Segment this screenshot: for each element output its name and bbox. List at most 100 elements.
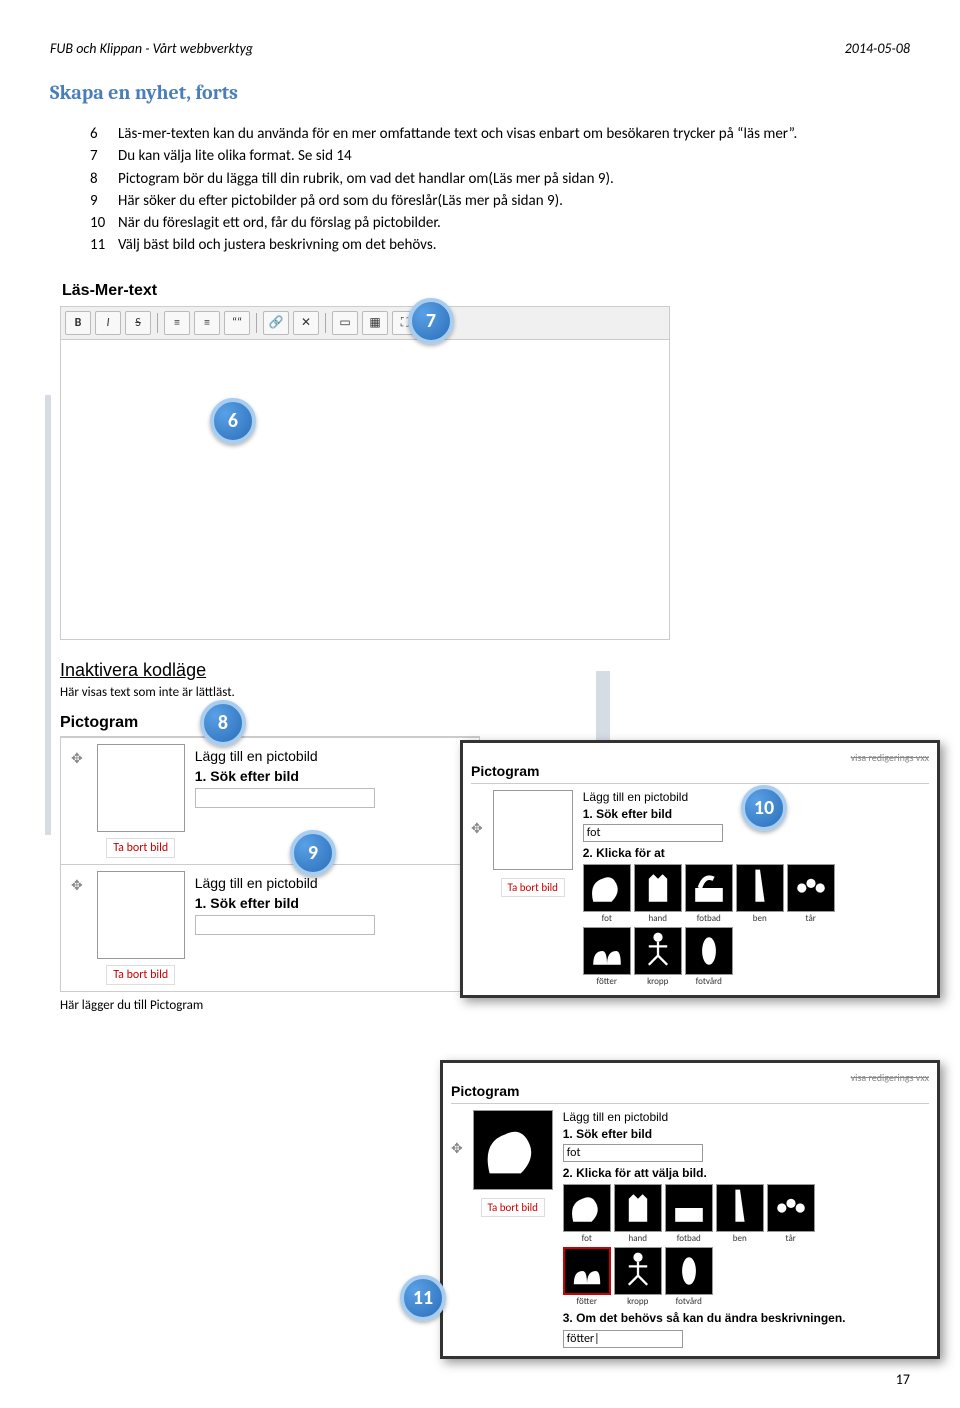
picto-slot[interactable]: [97, 744, 185, 832]
thumb-kropp[interactable]: [634, 927, 682, 975]
thumb-fotter-selected[interactable]: [563, 1247, 611, 1295]
thumb-kropp[interactable]: [614, 1247, 662, 1295]
overlay-thumbs-row: fötter kropp fotvård: [583, 927, 929, 987]
picto-step1: 1. Sök efter bild: [195, 768, 473, 784]
strike-button[interactable]: S: [125, 311, 151, 335]
section-title: Skapa en nyhet, forts: [50, 81, 910, 104]
overlay-topbar: visa redigerings vxx: [451, 1071, 929, 1083]
thumb-hand[interactable]: [614, 1184, 662, 1232]
overlay-slot[interactable]: [493, 790, 573, 870]
thumb-label: tår: [767, 1233, 815, 1244]
thumb-label: hand: [614, 1233, 662, 1244]
link-button[interactable]: 🔗: [263, 311, 289, 335]
header-right: 2014-05-08: [845, 40, 910, 57]
list-text: Du kan välja lite olika format. Se sid 1…: [118, 146, 352, 166]
thumb-label: kropp: [614, 1296, 662, 1307]
overlay-step2: 2. Klicka för at: [583, 846, 929, 860]
overlay-search-input[interactable]: fot: [563, 1144, 703, 1162]
thumb-fot[interactable]: [563, 1184, 611, 1232]
overlay-step3: 3. Om det behövs så kan du ändra beskriv…: [563, 1311, 929, 1325]
picto-add-label: Lägg till en pictobild: [195, 748, 473, 764]
thumb-label: fotvård: [685, 976, 733, 987]
image-button[interactable]: ▦: [362, 311, 388, 335]
overlay-topbar: visa redigerings vxx: [471, 751, 929, 763]
thumb-label: hand: [634, 913, 682, 924]
thumb-fotvard[interactable]: [665, 1247, 713, 1295]
list-num: 6: [90, 124, 118, 144]
move-handle-icon[interactable]: ✥: [67, 871, 87, 900]
thumb-fotbad[interactable]: [685, 864, 733, 912]
move-handle-icon[interactable]: ✥: [451, 1110, 463, 1348]
overlay-step2: 2. Klicka för att välja bild.: [563, 1166, 929, 1180]
header-left: FUB och Klippan - Vårt webbverktyg: [50, 40, 253, 57]
list-num: 7: [90, 146, 118, 166]
editor-body[interactable]: [60, 340, 670, 640]
unordered-list-button[interactable]: ≡: [164, 311, 190, 335]
overlay-thumbs-row: fötter kropp fotvård: [563, 1247, 929, 1307]
overlay-desc-input[interactable]: fötter|: [563, 1330, 683, 1348]
bold-button[interactable]: B: [65, 311, 91, 335]
blockquote-button[interactable]: ““: [224, 311, 250, 335]
list-num: 10: [90, 213, 118, 233]
editor-title: Läs-Mer-text: [60, 276, 670, 306]
thumb-ben[interactable]: [716, 1184, 764, 1232]
editor-toolbar: B I S ≡ ≡ ““ 🔗 ✕ ▭ ▦ ⛶: [60, 306, 670, 340]
thumb-fotvard[interactable]: [685, 927, 733, 975]
thumb-label: tår: [787, 913, 835, 924]
list-num: 11: [90, 235, 118, 255]
thumb-tar[interactable]: [787, 864, 835, 912]
instruction-list: 6Läs-mer-texten kan du använda för en me…: [90, 124, 910, 256]
remove-image-button[interactable]: Ta bort bild: [106, 965, 175, 985]
thumb-tar[interactable]: [767, 1184, 815, 1232]
overlay-step1: 1. Sök efter bild: [563, 1127, 929, 1141]
remove-image-button[interactable]: Ta bort bild: [106, 838, 175, 858]
list-text: Välj bäst bild och justera beskrivning o…: [118, 235, 437, 255]
list-text: Läs-mer-texten kan du använda för en mer…: [118, 124, 797, 144]
thumb-label: fötter: [563, 1296, 611, 1307]
overlay-thumbs-row: fot hand fotbad ben tår: [583, 864, 929, 924]
thumb-hand[interactable]: [634, 864, 682, 912]
hr-button[interactable]: ▭: [332, 311, 358, 335]
list-text: När du föreslagit ett ord, får du försla…: [118, 213, 441, 233]
picto-search-input[interactable]: [195, 915, 375, 935]
unlink-button[interactable]: ✕: [293, 311, 319, 335]
badge-8: 8: [200, 700, 246, 746]
badge-9: 9: [290, 830, 336, 876]
overlay-remove-button[interactable]: Ta bort bild: [501, 878, 565, 897]
picto-footer: Här lägger du till Pictogram: [60, 998, 480, 1013]
move-handle-icon[interactable]: ✥: [471, 790, 483, 987]
move-handle-icon[interactable]: ✥: [67, 744, 87, 773]
overlay-title: Pictogram: [471, 763, 929, 784]
ordered-list-button[interactable]: ≡: [194, 311, 220, 335]
thumb-label: fotbad: [665, 1233, 713, 1244]
thumb-ben[interactable]: [736, 864, 784, 912]
overlay-title: Pictogram: [451, 1083, 929, 1104]
picto-search-input[interactable]: [195, 788, 375, 808]
overlay-slot-filled[interactable]: [473, 1110, 553, 1190]
list-num: 9: [90, 191, 118, 211]
picto-step1: 1. Sök efter bild: [195, 895, 473, 911]
badge-10: 10: [741, 785, 787, 831]
thumb-label: ben: [716, 1233, 764, 1244]
overlay-thumbs-row: fot hand fotbad ben tår: [563, 1184, 929, 1244]
thumb-fotter[interactable]: [583, 927, 631, 975]
thumb-label: fötter: [583, 976, 631, 987]
thumb-label: fot: [583, 913, 631, 924]
thumb-label: fot: [563, 1233, 611, 1244]
list-text: Pictogram bör du lägga till din rubrik, …: [118, 169, 614, 189]
badge-7: 7: [408, 298, 454, 344]
overlay-search-input[interactable]: fot: [583, 824, 723, 842]
pictogram-overlay-10: visa redigerings vxx Pictogram ✥ Ta bort…: [460, 740, 940, 998]
thumb-fot[interactable]: [583, 864, 631, 912]
overlay-remove-button[interactable]: Ta bort bild: [481, 1198, 545, 1217]
thumb-label: kropp: [634, 976, 682, 987]
overlay-add-label: Lägg till en pictobild: [563, 1110, 929, 1124]
thumb-fotbad[interactable]: [665, 1184, 713, 1232]
picto-slot[interactable]: [97, 871, 185, 959]
page-header: FUB och Klippan - Vårt webbverktyg 2014-…: [50, 40, 910, 57]
inaktivera-title[interactable]: Inaktivera kodläge: [60, 660, 910, 681]
italic-button[interactable]: I: [95, 311, 121, 335]
list-num: 8: [90, 169, 118, 189]
badge-6: 6: [210, 398, 256, 444]
picto-add-label: Lägg till en pictobild: [195, 875, 473, 891]
